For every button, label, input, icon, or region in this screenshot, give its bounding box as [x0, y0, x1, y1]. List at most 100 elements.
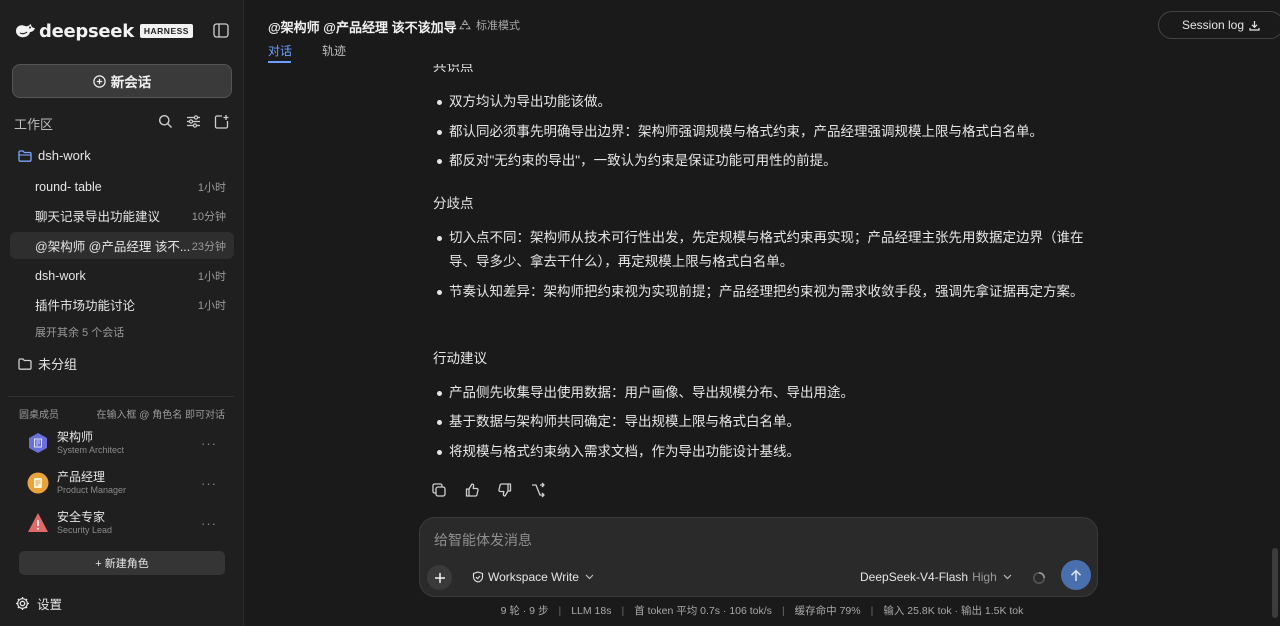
settings-label: 设置	[37, 598, 63, 612]
list-item: 都反对"无约束的导出"，一致认为约束是保证功能可用性的前提。	[433, 149, 1093, 173]
sidebar: deepseek HARNESS 新会话 工作区 dsh-work round-…	[0, 0, 244, 626]
session-name: dsh-work	[35, 268, 86, 283]
search-icon[interactable]	[158, 114, 173, 129]
list-item: 双方均认为导出功能该做。	[433, 90, 1093, 114]
separator: |	[558, 605, 562, 617]
member-more-icon[interactable]: ···	[201, 476, 217, 491]
session-log-button[interactable]: Session log	[1158, 11, 1280, 39]
product-manager-avatar-icon	[27, 472, 49, 494]
message-actions	[431, 482, 546, 498]
separator: |	[781, 605, 785, 617]
folder-ungrouped[interactable]: 未分组	[18, 354, 77, 373]
shield-edit-icon	[472, 571, 484, 583]
gear-icon	[16, 597, 29, 610]
member-more-icon[interactable]: ···	[201, 436, 217, 451]
usage-status-bar: 9 轮 · 9 步 | LLM 18s | 首 token 平均 0.7s · 106 …	[244, 603, 1280, 618]
message-area: 共识点 双方均认为导出功能该做。 都认同必须事先明确导出边界：架构师强调规模与格…	[244, 64, 1280, 514]
tab-conversation[interactable]: 对话	[268, 42, 292, 59]
folder-label: 未分组	[38, 357, 78, 372]
model-name: DeepSeek-V4-Flash	[860, 570, 969, 584]
tab-trace[interactable]: 轨迹	[322, 42, 346, 59]
status-cache: 缓存命中 79%	[794, 605, 861, 617]
chevron-down-icon	[1003, 574, 1012, 580]
list-item: 节奏认知差异：架构师把约束视为实现前提；产品经理把约束视为需求收敛手段，强调先拿…	[433, 280, 1093, 304]
workspace-label: 工作区	[14, 117, 54, 132]
session-time: 23分钟	[191, 240, 226, 253]
model-effort: High	[972, 570, 997, 584]
session-name: round- table	[35, 179, 102, 194]
active-tab-indicator	[268, 61, 291, 63]
member-product-manager[interactable]: 产品经理 Product Manager ···	[27, 468, 217, 498]
members-hint: 在输入框 @ 角色名 即可对话	[96, 410, 226, 421]
new-folder-icon[interactable]	[214, 114, 229, 129]
download-icon	[1249, 20, 1260, 31]
list-item: 产品侧先收集导出使用数据：用户画像、导出规模分布、导出用途。	[433, 381, 1093, 405]
session-item[interactable]: 聊天记录导出功能建议 10分钟	[10, 202, 234, 229]
member-name: 架构师	[57, 430, 94, 444]
mode-label: 标准模式	[476, 20, 520, 32]
send-button[interactable]	[1061, 560, 1091, 590]
plus-icon	[434, 572, 445, 583]
attach-button[interactable]	[427, 565, 452, 590]
member-role: Security Lead	[57, 525, 113, 535]
workspace-mode-select[interactable]: Workspace Write	[472, 570, 594, 584]
architect-avatar-icon	[27, 432, 49, 454]
session-item[interactable]: round- table 1小时	[10, 173, 234, 200]
list-item: 将规模与格式约束纳入需求文档，作为导出功能设计基线。	[433, 440, 1093, 464]
session-log-label: Session log	[1181, 18, 1245, 32]
message-composer: Workspace Write DeepSeek-V4-Flash High	[419, 517, 1098, 597]
session-item-active[interactable]: @架构师 @产品经理 该不... 23分钟	[10, 232, 234, 259]
expand-more-sessions-link[interactable]: 展开其余 5 个会话	[35, 324, 124, 340]
status-turns: 9 轮 · 9 步	[500, 605, 549, 617]
member-architect[interactable]: 架构师 System Architect ···	[27, 428, 217, 458]
member-name: 安全专家	[57, 510, 106, 524]
members-title: 圆桌成员	[19, 410, 59, 421]
new-chat-button[interactable]: 新会话	[12, 64, 232, 98]
filter-sliders-icon[interactable]	[186, 114, 201, 129]
chevron-down-icon	[585, 574, 594, 580]
list-item: 切入点不同：架构师从技术可行性出发，先定规模与格式约束再实现；产品经理主张先用数…	[433, 226, 1093, 274]
session-time: 1小时	[197, 270, 226, 283]
harness-badge: HARNESS	[139, 24, 193, 38]
new-role-button[interactable]: + 新建角色	[19, 551, 225, 575]
folder-label: dsh-work	[38, 148, 91, 163]
member-role: Product Manager	[57, 485, 127, 495]
recycle-mode-icon	[459, 19, 471, 30]
session-item[interactable]: dsh-work 1小时	[10, 262, 234, 289]
plus-circle-icon	[93, 74, 106, 88]
folder-icon	[18, 357, 32, 370]
section-heading-differences: 分歧点	[433, 196, 474, 211]
mode-indicator[interactable]: 标准模式	[459, 17, 520, 33]
loading-spinner-icon	[1032, 571, 1046, 585]
folder-open-icon	[18, 149, 32, 162]
thumbs-down-icon[interactable]	[497, 482, 513, 498]
chat-header: @架构师 @产品经理 该不该加导 标准模式 对话 轨迹 Session log	[244, 0, 1280, 64]
arrow-up-icon	[1070, 569, 1082, 581]
copy-icon[interactable]	[431, 482, 447, 498]
session-name: 插件市场功能讨论	[35, 299, 136, 313]
folder-dsh-work[interactable]: dsh-work	[18, 148, 91, 163]
session-time: 1小时	[197, 181, 226, 194]
session-time: 1小时	[197, 299, 226, 312]
status-first-token: 首 token 平均 0.7s · 106 tok/s	[634, 605, 772, 617]
session-item[interactable]: 插件市场功能讨论 1小时	[10, 291, 234, 318]
branch-icon[interactable]	[530, 482, 546, 498]
member-name: 产品经理	[57, 470, 106, 484]
separator: |	[870, 605, 874, 617]
list-item: 基于数据与架构师共同确定：导出规模上限与格式白名单。	[433, 410, 1093, 434]
members-header: 圆桌成员 在输入框 @ 角色名 即可对话	[19, 406, 225, 421]
workspace-toolbar	[158, 114, 229, 129]
new-chat-label: 新会话	[110, 75, 152, 90]
member-role: System Architect	[57, 445, 125, 455]
brand-name: deepseek	[39, 20, 134, 42]
member-security-lead[interactable]: 安全专家 Security Lead ···	[27, 508, 217, 538]
separator: |	[621, 605, 625, 617]
thumbs-up-icon[interactable]	[464, 482, 480, 498]
sidebar-toggle-icon[interactable]	[213, 23, 229, 38]
model-select[interactable]: DeepSeek-V4-Flash High	[860, 570, 1012, 584]
list-item: 都认同必须事先明确导出边界：架构师强调规模与格式约束，产品经理强调规模上限与格式…	[433, 120, 1093, 144]
message-input[interactable]	[434, 530, 1074, 550]
brand: deepseek HARNESS	[14, 20, 193, 42]
member-more-icon[interactable]: ···	[201, 516, 217, 531]
settings-button[interactable]: 设置	[15, 594, 62, 613]
